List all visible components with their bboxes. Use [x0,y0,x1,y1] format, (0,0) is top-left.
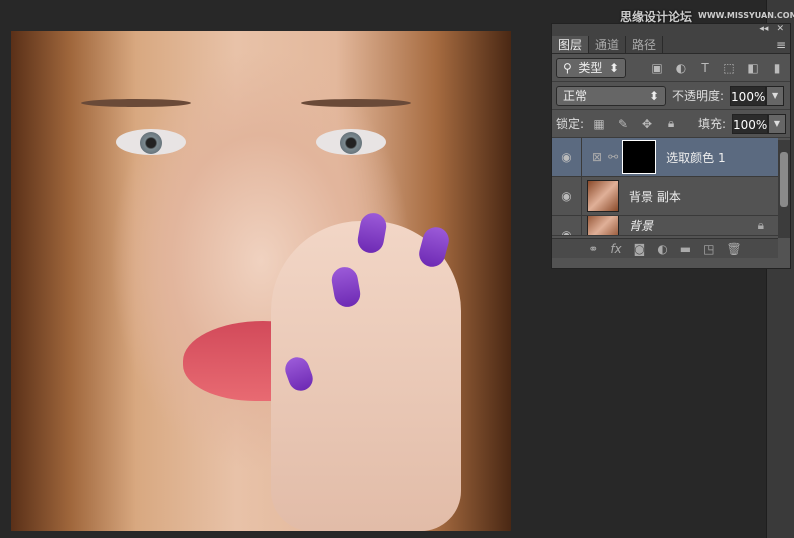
chain-link-icon[interactable]: ⚯ [608,150,618,164]
lock-label: 锁定: [556,117,585,131]
filter-select[interactable]: ⚲ 类型 ⬍ [556,57,626,78]
layer-name[interactable]: 背景 [629,217,653,234]
opacity-dropdown[interactable]: ▼ [766,85,785,106]
type-filter-icon[interactable]: T [696,61,714,75]
eye-icon[interactable]: ◉ [552,216,582,235]
adjustment-icon[interactable]: ◐ [657,242,667,256]
opacity-input[interactable]: 100% [730,85,767,106]
image-filter-icon[interactable]: ▣ [648,61,666,75]
collapse-icon[interactable]: ◂◂ [759,24,768,36]
eye-icon[interactable]: ◉ [552,138,582,176]
fill-dropdown[interactable]: ▼ [768,113,786,134]
tab-paths[interactable]: 路径 [626,36,664,53]
layers-scrollbar[interactable] [778,140,790,238]
adjustment-filter-icon[interactable]: ◐ [672,61,690,75]
mask-icon[interactable]: ◙ [634,242,646,256]
layer-thumbnail [587,216,619,235]
eyebrow [301,99,411,107]
fill-input[interactable]: 100% [732,113,768,134]
new-layer-icon[interactable]: ◳ [703,242,714,256]
layer-name[interactable]: 背景 副本 [629,188,681,205]
lock-icon: 🔒︎ [757,218,764,232]
lock-pixels-icon[interactable]: ✎ [614,117,632,131]
layer-row[interactable]: ◉ 背景 副本 [552,177,778,216]
watermark-url: WWW.MISSYUAN.COM [698,11,794,20]
lock-transparent-icon[interactable]: ▦ [590,117,608,131]
layer-thumbnail [587,180,619,212]
layer-name[interactable]: 选取颜色 1 [666,149,725,166]
blend-mode-select[interactable]: 正常 ⬍ [556,85,666,106]
panel-menu-icon[interactable]: ≡ [776,36,790,53]
shape-filter-icon[interactable]: ⬚ [720,61,738,75]
tab-layers[interactable]: 图层 [552,36,590,53]
trash-icon[interactable]: 🗑︎ [726,242,741,256]
eye [116,129,186,155]
close-icon[interactable]: ✕ [776,24,784,36]
link-icon[interactable]: ⚭ [588,242,598,256]
layer-row[interactable]: ◉ ⊠ ⚯ 选取颜色 1 [552,138,778,177]
smart-object-filter-icon[interactable]: ◧ [744,61,762,75]
opacity-label: 不透明度: [672,89,725,103]
lock-position-icon[interactable]: ✥ [638,117,656,131]
layers-panel: ◂◂ ✕ 图层 通道 路径 ≡ ⚲ 类型 ⬍ ▣ ◐ T ⬚ ◧ ▮ 正常 ⬍ 不透明度… [551,23,791,269]
tab-channels[interactable]: 通道 [589,36,627,53]
filter-toggle[interactable]: ▮ [768,61,786,75]
lock-all-icon[interactable]: 🔒︎ [662,116,680,131]
fx-icon[interactable]: fx [610,242,621,256]
eye-icon[interactable]: ◉ [552,177,582,215]
adjustment-layer-icon: ⊠ [592,150,603,164]
layer-row[interactable]: ◉ 背景 🔒︎ [552,216,778,236]
eyebrow [81,99,191,107]
eye [316,129,386,155]
layer-mask-thumbnail[interactable] [622,140,657,174]
fill-label: 填充: [697,117,726,131]
canvas-photo[interactable] [11,31,511,531]
panel-footer: ⚭ fx ◙ ◐ ▬ ◳ 🗑︎ [552,238,778,258]
search-icon: ⚲ [563,60,572,75]
folder-icon[interactable]: ▬ [680,242,691,256]
